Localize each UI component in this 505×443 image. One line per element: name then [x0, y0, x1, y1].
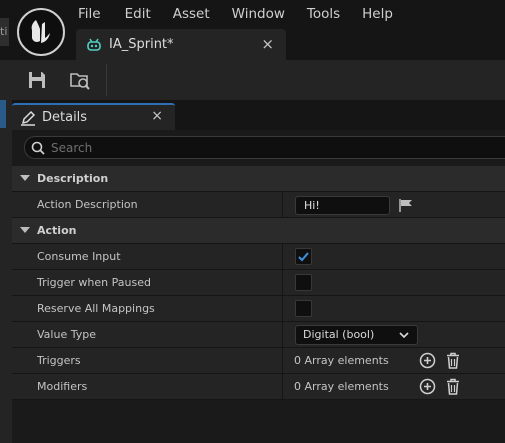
pencil-icon — [21, 110, 36, 126]
search-icon — [31, 141, 45, 155]
left-edge-strip — [0, 100, 12, 443]
asset-toolbar — [0, 60, 505, 100]
property-row-modifiers: Modifiers 0 Array elements — [12, 374, 505, 400]
input-action-icon — [87, 38, 101, 51]
details-tab[interactable]: Details × — [12, 103, 175, 130]
add-element-icon[interactable] — [419, 378, 436, 395]
property-row-consume-input: Consume Input — [12, 244, 505, 270]
document-tab[interactable]: IA_Sprint* × — [76, 29, 286, 60]
document-tab-close-icon[interactable]: × — [261, 35, 274, 53]
category-label: Action — [37, 224, 77, 237]
column-divider[interactable] — [282, 374, 283, 400]
property-label: Action Description — [37, 198, 138, 211]
property-label: Modifiers — [37, 380, 88, 393]
column-divider[interactable] — [282, 296, 283, 322]
title-bar: ti File Edit Asset Window Tools Help IA_… — [0, 0, 505, 60]
collapse-arrow-icon[interactable] — [20, 227, 30, 233]
left-sliver-label: ti — [0, 25, 8, 38]
property-row-trigger-when-paused: Trigger when Paused — [12, 270, 505, 296]
value-type-selected: Digital (bool) — [303, 328, 375, 341]
menu-bar: File Edit Asset Window Tools Help — [78, 6, 415, 22]
category-action[interactable]: Action — [12, 218, 505, 244]
trash-icon[interactable] — [446, 378, 460, 395]
save-icon[interactable] — [26, 69, 48, 91]
property-row-action-description: Action Description — [12, 192, 505, 218]
property-label: Reserve All Mappings — [37, 302, 155, 315]
category-description[interactable]: Description — [12, 166, 505, 192]
trigger-when-paused-checkbox[interactable] — [295, 274, 312, 291]
search-box[interactable] — [24, 136, 505, 159]
property-row-triggers: Triggers 0 Array elements — [12, 348, 505, 374]
property-grid: Description Action Description Action Co… — [12, 166, 505, 400]
left-sliver-tab[interactable]: ti — [0, 18, 9, 46]
property-label: Value Type — [37, 328, 96, 341]
property-row-value-type: Value Type Digital (bool) — [12, 322, 505, 348]
details-tab-bar: Details × — [12, 100, 505, 130]
menu-file[interactable]: File — [78, 6, 101, 22]
action-description-input[interactable] — [295, 196, 390, 215]
left-edge-highlight — [0, 100, 6, 128]
details-tab-close-icon[interactable]: × — [151, 108, 163, 124]
browse-folder-icon[interactable] — [69, 69, 91, 91]
toolbar-separator — [106, 64, 107, 96]
document-tab-label: IA_Sprint* — [109, 37, 174, 52]
triggers-array-count: 0 Array elements — [294, 354, 389, 367]
menu-edit[interactable]: Edit — [125, 6, 151, 22]
collapse-arrow-icon[interactable] — [20, 175, 30, 181]
search-input[interactable] — [51, 140, 471, 155]
menu-asset[interactable]: Asset — [173, 6, 210, 22]
menu-window[interactable]: Window — [232, 6, 285, 22]
localization-flag-icon[interactable] — [398, 198, 414, 212]
property-row-reserve-all-mappings: Reserve All Mappings — [12, 296, 505, 322]
trash-icon[interactable] — [446, 352, 460, 369]
column-divider[interactable] — [282, 348, 283, 374]
chevron-down-icon — [399, 332, 409, 339]
category-label: Description — [37, 172, 109, 185]
reserve-all-mappings-checkbox[interactable] — [295, 300, 312, 317]
value-type-dropdown[interactable]: Digital (bool) — [295, 325, 418, 345]
checkmark-icon — [298, 252, 309, 262]
property-label: Trigger when Paused — [37, 276, 151, 289]
property-label: Consume Input — [37, 250, 121, 263]
menu-help[interactable]: Help — [362, 6, 393, 22]
unreal-logo-icon[interactable] — [17, 8, 65, 56]
column-divider[interactable] — [282, 322, 283, 348]
column-divider[interactable] — [282, 270, 283, 296]
column-divider[interactable] — [282, 244, 283, 270]
empty-panel-area — [12, 408, 505, 443]
property-label: Triggers — [37, 354, 81, 367]
add-element-icon[interactable] — [419, 352, 436, 369]
menu-tools[interactable]: Tools — [307, 6, 340, 22]
column-divider[interactable] — [282, 192, 283, 218]
details-panel: Description Action Description Action Co… — [12, 130, 505, 443]
details-tab-label: Details — [42, 110, 88, 125]
modifiers-array-count: 0 Array elements — [294, 380, 389, 393]
consume-input-checkbox[interactable] — [295, 248, 312, 265]
